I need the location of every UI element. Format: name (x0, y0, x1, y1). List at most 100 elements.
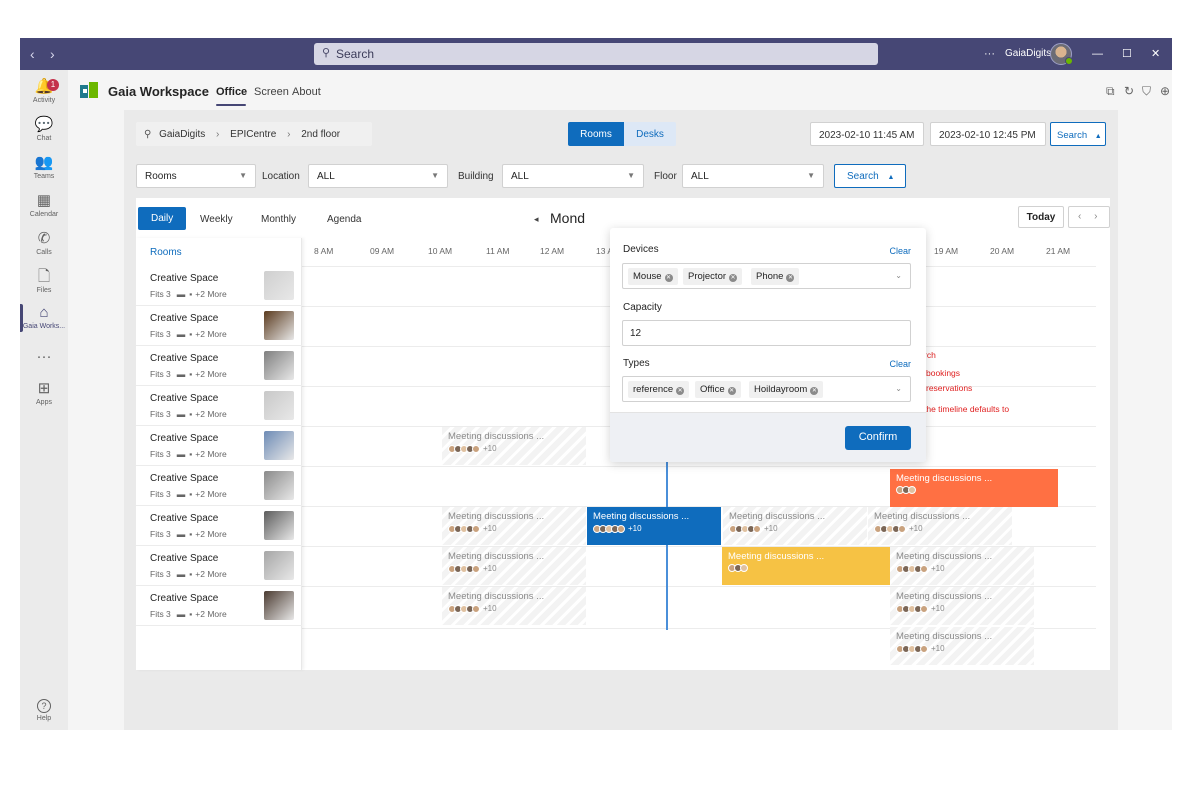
room-row[interactable]: Creative Space Fits 3 ▬ ▪ +2 More (136, 506, 302, 546)
booking-event[interactable]: Meeting discussions ... +10 (442, 507, 586, 545)
event-title: Meeting discussions ... (448, 511, 545, 522)
forward-icon[interactable]: › (50, 46, 55, 62)
device-tag[interactable]: Projector ✕ (683, 268, 743, 285)
view-tab-weekly[interactable]: Weekly (200, 214, 233, 225)
remove-tag-icon[interactable]: ✕ (786, 274, 795, 282)
room-thumbnail (264, 311, 294, 340)
building-select[interactable]: ALL ▼ (502, 164, 644, 188)
booking-event[interactable]: Meeting discussions ... +10 (890, 587, 1034, 625)
maximize-button[interactable]: ☐ (1122, 47, 1132, 61)
rail-item-calls[interactable]: ✆ Calls (20, 230, 68, 257)
globe-icon[interactable]: ⊕ (1160, 84, 1170, 98)
floor-select[interactable]: ALL ▼ (682, 164, 824, 188)
types-multiselect[interactable]: reference ✕ Office ✕ Hoildayroom ✕ ⌄ (622, 376, 911, 402)
start-datetime-field[interactable]: 2023-02-10 11:45 AM (810, 122, 924, 146)
attendee-avatars: +10 (729, 523, 861, 536)
room-row[interactable]: Creative Space Fits 3 ▬ ▪ +2 More (136, 426, 302, 466)
room-row[interactable]: Creative Space Fits 3 ▬ ▪ +2 More (136, 346, 302, 386)
gaia-logo-icon (80, 82, 98, 98)
room-row[interactable]: Creative Space Fits 3 ▬ ▪ +2 More (136, 306, 302, 346)
avatar[interactable] (1050, 43, 1073, 65)
rail-item-help[interactable]: ? Help (20, 696, 68, 723)
more-apps-button[interactable]: ··· (20, 348, 68, 366)
rail-item-gaia-workspace[interactable]: ⌂ Gaia Works... (20, 304, 68, 332)
device-tag[interactable]: Mouse ✕ (628, 268, 678, 285)
screen-icon: ▪ (189, 409, 193, 419)
remove-tag-icon[interactable]: ✕ (729, 274, 738, 282)
floor-label: Floor (654, 171, 677, 182)
view-tab-monthly[interactable]: Monthly (261, 214, 296, 225)
booking-event[interactable]: Meeting discussions ... +10 (442, 547, 586, 585)
tab-screen[interactable]: Screen (254, 86, 289, 98)
rail-item-apps[interactable]: ⊞ Apps (20, 380, 68, 407)
close-button[interactable]: ✕ (1151, 47, 1160, 61)
back-icon[interactable]: ‹ (30, 46, 35, 62)
room-row[interactable]: Creative Space Fits 3 ▬ ▪ +2 More (136, 586, 302, 626)
attendee-avatars: +10 (896, 643, 1028, 656)
room-row[interactable]: Creative Space Fits 3 ▬ ▪ +2 More (136, 266, 302, 306)
desk-icon: ▬ (176, 329, 186, 339)
refresh-icon[interactable]: ↻ (1124, 84, 1134, 98)
today-button[interactable]: Today (1018, 206, 1064, 228)
datetime-search-button[interactable]: Search ▲ (1050, 122, 1106, 146)
amenities-more: +2 More (195, 409, 227, 419)
more-options-icon[interactable]: ··· (984, 47, 995, 61)
devices-multiselect[interactable]: Mouse ✕ Projector ✕ Phone ✕ ⌄ (622, 263, 911, 289)
remove-tag-icon[interactable]: ✕ (676, 387, 685, 395)
select-value: ALL (317, 171, 335, 182)
remove-tag-icon[interactable]: ✕ (810, 387, 819, 395)
filter-search-button[interactable]: Search ▲ (834, 164, 906, 188)
type-tag[interactable]: Office ✕ (695, 381, 741, 398)
view-tab-agenda[interactable]: Agenda (327, 214, 361, 225)
resource-type-select[interactable]: Rooms ▼ (136, 164, 256, 188)
booking-event[interactable]: Meeting discussions ... +10 (890, 547, 1034, 585)
prev-day-icon[interactable]: ◂ (534, 214, 539, 225)
end-datetime-field[interactable]: 2023-02-10 12:45 PM (930, 122, 1046, 146)
device-tag[interactable]: Phone ✕ (751, 268, 800, 285)
breadcrumb-item[interactable]: GaiaDigits (159, 129, 205, 140)
room-row[interactable]: Creative Space Fits 3 ▬ ▪ +2 More (136, 386, 302, 426)
rail-item-calendar[interactable]: ▦ Calendar (20, 192, 68, 219)
rail-item-files[interactable]: 🗋 Files (20, 268, 68, 295)
remove-tag-icon[interactable]: ✕ (727, 387, 736, 395)
booking-event[interactable]: Meeting discussions ... +10 (723, 507, 867, 545)
room-row[interactable]: Creative Space Fits 3 ▬ ▪ +2 More (136, 466, 302, 506)
attendee-avatars (896, 485, 1052, 497)
types-clear-link[interactable]: Clear (889, 359, 911, 369)
capacity-input[interactable]: 12 (622, 320, 911, 346)
popout-icon[interactable]: ⧉ (1106, 84, 1115, 99)
hour-label: 11 AM (486, 246, 510, 256)
breadcrumb-item[interactable]: 2nd floor (301, 129, 340, 140)
rooms-toggle[interactable]: Rooms (568, 122, 624, 146)
chevron-right-icon[interactable]: › (1094, 211, 1097, 222)
room-row[interactable]: Creative Space Fits 3 ▬ ▪ +2 More (136, 546, 302, 586)
booking-event[interactable]: Meeting discussions ... +10 (868, 507, 1012, 545)
desks-toggle[interactable]: Desks (624, 122, 676, 146)
tab-about[interactable]: About (292, 86, 321, 98)
search-input[interactable]: ⚲ Search (314, 43, 878, 65)
rail-item-chat[interactable]: 💬 Chat (20, 116, 68, 143)
location-pin-icon: ⚲ (144, 129, 152, 140)
booking-event[interactable]: Meeting discussions ... (722, 547, 890, 585)
rail-item-activity[interactable]: 🔔 1 Activity (20, 78, 68, 105)
remove-tag-icon[interactable]: ✕ (664, 274, 673, 282)
confirm-button[interactable]: Confirm (845, 426, 911, 450)
rail-item-teams[interactable]: 👥 Teams (20, 154, 68, 181)
type-tag[interactable]: Hoildayroom ✕ (749, 381, 824, 398)
view-tab-daily[interactable]: Daily (138, 207, 187, 230)
minimize-button[interactable]: — (1092, 47, 1103, 61)
booking-event[interactable]: Meeting discussions ... (890, 469, 1058, 507)
breadcrumb-item[interactable]: EPICentre (230, 129, 276, 140)
room-thumbnail (264, 511, 294, 540)
devices-clear-link[interactable]: Clear (889, 246, 911, 256)
booking-event-selected[interactable]: Meeting discussions ... +10 (587, 507, 721, 545)
booking-event[interactable]: Meeting discussions ... +10 (442, 587, 586, 625)
shield-icon[interactable]: ⛉ (1142, 84, 1151, 99)
booking-event[interactable]: Meeting discussions ... +10 (442, 427, 586, 465)
chevron-left-icon[interactable]: ‹ (1078, 211, 1081, 222)
tab-office[interactable]: Office (216, 86, 247, 98)
booking-event[interactable]: Meeting discussions ... +10 (890, 627, 1034, 665)
rail-label: Calls (36, 249, 52, 256)
type-tag[interactable]: reference ✕ (628, 381, 690, 398)
location-select[interactable]: ALL ▼ (308, 164, 448, 188)
